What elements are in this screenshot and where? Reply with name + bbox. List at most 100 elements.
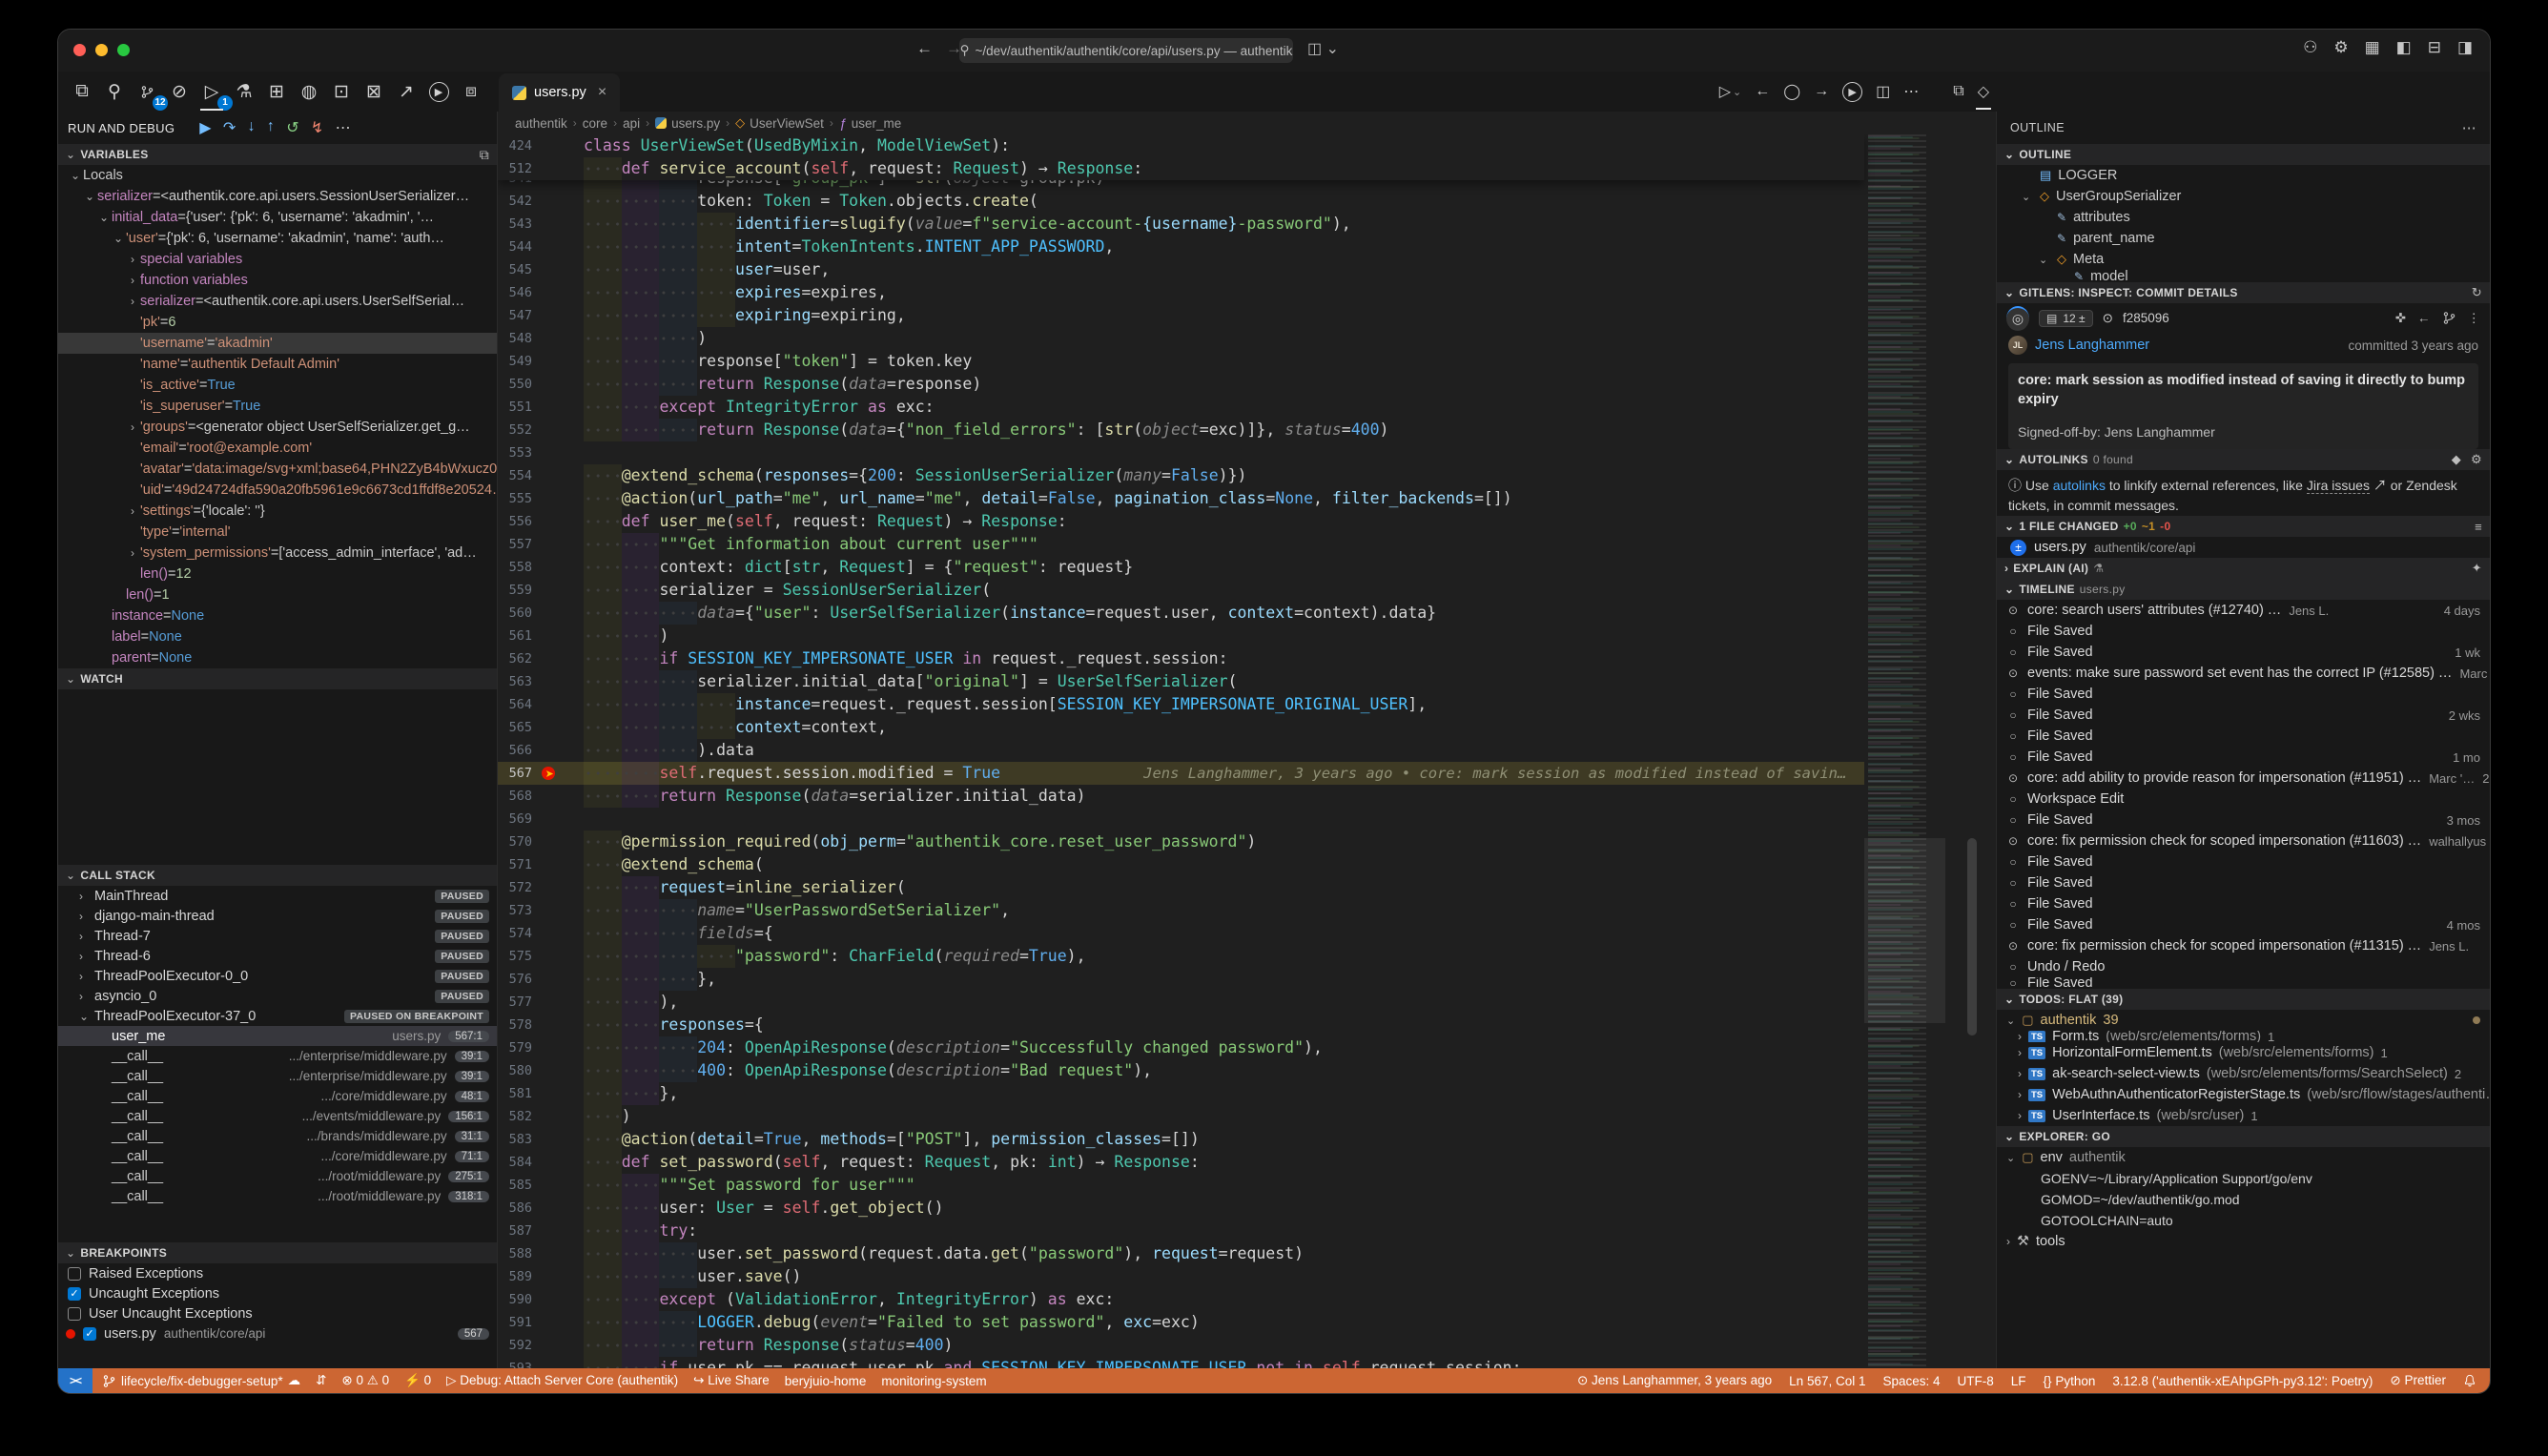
call-stack-frame[interactable]: __call__.../events/middleware.py156:1 [58, 1106, 497, 1126]
autolink-settings-icon[interactable]: ⚙ [2471, 452, 2482, 467]
minimize-window-button[interactable] [95, 44, 108, 56]
variable-row[interactable]: ›serializer = <authentik.core.api.users.… [58, 291, 497, 312]
todo-file-row[interactable]: ›TSak-search-select-view.ts(web/src/elem… [1997, 1063, 2490, 1084]
call-stack-frame[interactable]: __call__.../core/middleware.py71:1 [58, 1146, 497, 1166]
breakpoint-checkbox[interactable] [68, 1307, 81, 1321]
timeline-item[interactable]: ○File Saved [1997, 851, 2490, 872]
code-line-587[interactable]: 587try: [498, 1220, 1864, 1242]
twisty-icon[interactable]: › [125, 546, 140, 560]
twisty-icon[interactable]: ⌄ [68, 169, 83, 182]
todo-file-row[interactable]: ›TSHorizontalFormElement.ts(web/src/elem… [1997, 1042, 2490, 1063]
code-line-570[interactable]: 570@permission_required(obj_perm="authen… [498, 831, 1864, 853]
account-icon[interactable]: ⚇ [2303, 38, 2317, 57]
code-line-567[interactable]: 567➤self.request.session.modified = True… [498, 762, 1864, 785]
split-editor-icon[interactable]: ◫ [1876, 82, 1890, 101]
tab-overview-icon[interactable]: ◫ ⌄ [1307, 39, 1339, 58]
bell-icon[interactable] [2463, 1374, 2476, 1387]
timeline-item[interactable]: ⊙core: add ability to provide reason for… [1997, 768, 2490, 789]
debug-continue-icon[interactable]: ▶ [199, 118, 212, 137]
sparkle-icon[interactable]: ✦ [2472, 561, 2482, 576]
variable-row[interactable]: 'type' = 'internal' [58, 522, 497, 543]
tab-users-py[interactable]: users.py × [499, 73, 620, 112]
autolink-add-icon[interactable]: ◆ [2452, 452, 2461, 467]
timeline-item[interactable]: ○File Saved1 mo [1997, 747, 2490, 768]
statusbar-python-interpreter[interactable]: 3.12.8 ('authentik-xEAhpGPh-py3.12': Poe… [2112, 1374, 2373, 1388]
gitlens-files-badge[interactable]: ▤12 ± [2039, 310, 2093, 327]
breakpoint-row[interactable]: ✓users.pyauthentik/core/api567 [58, 1323, 497, 1343]
timeline-item[interactable]: ○File Saved4 mos [1997, 914, 2490, 935]
twisty-icon[interactable]: ⌄ [111, 232, 126, 245]
testing-icon[interactable]: ⚗ [230, 77, 258, 106]
twisty-icon[interactable]: ⌄ [2006, 1015, 2015, 1027]
statusbar-live-share[interactable]: ↪ Live Share [693, 1373, 770, 1388]
variable-row[interactable]: 'uid' = '49d24724dfa590a20fb5961e9c6673c… [58, 480, 497, 501]
search-icon[interactable]: ⚲ [100, 77, 129, 106]
breakpoint-row[interactable]: Raised Exceptions [58, 1263, 497, 1283]
timeline-item[interactable]: ○File Saved [1997, 893, 2490, 914]
gitlens-header[interactable]: ⌄GITLENS: INSPECT: COMMIT DETAILS ↻ [1997, 282, 2490, 303]
twisty-icon[interactable]: ⌄ [82, 190, 97, 203]
call-stack-thread[interactable]: ›Thread-6PAUSED [58, 946, 497, 966]
previous-change-icon[interactable]: ← [1755, 83, 1770, 100]
twisty-icon[interactable]: › [79, 990, 94, 1003]
explorer-go-header[interactable]: ⌄EXPLORER: GO [1997, 1126, 2490, 1147]
breadcrumb-item[interactable]: ◇UserViewSet [735, 115, 824, 131]
call-stack-thread[interactable]: ›ThreadPoolExecutor-0_0PAUSED [58, 966, 497, 986]
code-line-588[interactable]: 588user.set_password(request.data.get("p… [498, 1242, 1864, 1265]
code-line-582[interactable]: 582) [498, 1105, 1864, 1128]
variable-row[interactable]: ›'groups' = <generator object UserSelfSe… [58, 417, 497, 438]
watch-section-header[interactable]: ⌄WATCH [58, 668, 497, 689]
commit-graph-icon[interactable] [2442, 311, 2456, 326]
variable-row[interactable]: 'username' = 'akadmin' [58, 333, 497, 354]
variable-row[interactable]: ⌄'user' = {'pk': 6, 'username': 'akadmin… [58, 228, 497, 249]
statusbar-language-mode[interactable]: {} Python [2044, 1374, 2096, 1388]
breadcrumb-item[interactable]: users.py [655, 116, 720, 131]
toggle-secondary-sidebar-icon[interactable]: ◨ [2457, 38, 2473, 57]
todo-file-row[interactable]: ›TSForm.ts(web/src/elements/forms)1 [1997, 1031, 2490, 1042]
call-stack-frame[interactable]: __call__.../enterprise/middleware.py39:1 [58, 1066, 497, 1086]
debug-restart-icon[interactable]: ↺ [286, 118, 299, 137]
variable-row[interactable]: ›'system_permissions' = ['access_admin_i… [58, 543, 497, 564]
outline-item[interactable]: ✎model [1997, 270, 2490, 282]
twisty-icon[interactable]: ⌄ [2022, 191, 2033, 203]
twisty-icon[interactable]: › [79, 930, 94, 943]
statusbar-eol[interactable]: LF [2011, 1374, 2026, 1388]
breakpoint-checkbox[interactable]: ✓ [68, 1287, 81, 1301]
code-line-593[interactable]: 593if user.pk == request.user.pk and SES… [498, 1357, 1864, 1368]
statusbar-beryjuio-home[interactable]: beryjuio-home [785, 1374, 867, 1388]
github-icon[interactable]: ◍ [295, 77, 323, 106]
code-line-566[interactable]: 566).data [498, 739, 1864, 762]
next-change-icon[interactable]: → [1814, 83, 1829, 100]
remote-explorer-icon[interactable]: ⊘ [165, 77, 194, 106]
breadcrumb-item[interactable]: authentik [515, 116, 567, 131]
code-line-573[interactable]: 573name="UserPasswordSetSerializer", [498, 899, 1864, 922]
timeline-item[interactable]: ⊙core: fix permission check for scoped i… [1997, 935, 2490, 956]
toggle-primary-sidebar-icon[interactable]: ◧ [2396, 38, 2412, 57]
twisty-icon[interactable]: › [125, 420, 140, 434]
call-stack-frame[interactable]: user_meusers.py567:1 [58, 1026, 497, 1046]
twisty-icon[interactable]: › [2018, 1109, 2022, 1122]
twisty-icon[interactable]: › [79, 970, 94, 983]
timeline-item[interactable]: ⊙events: make sure password set event ha… [1997, 663, 2490, 684]
autolinks-link[interactable]: autolinks [2053, 478, 2106, 493]
twisty-icon[interactable]: › [2018, 1031, 2022, 1042]
variable-row[interactable]: len() = 1 [58, 584, 497, 605]
timeline-header[interactable]: ⌄TIMELINE users.py [1997, 579, 2490, 600]
statusbar-prettier[interactable]: ⊘ Prettier [2390, 1373, 2446, 1388]
code-line-542[interactable]: 542token: Token = Token.objects.create( [498, 190, 1864, 213]
outline-item[interactable]: ⌄◇UserGroupSerializer [1997, 186, 2490, 207]
refresh-icon[interactable]: ↻ [2472, 285, 2482, 300]
editor-scrollbar[interactable] [1967, 838, 1977, 1036]
statusbar-cursor-position[interactable]: Ln 567, Col 1 [1789, 1374, 1865, 1388]
history-back-icon[interactable]: ← [916, 39, 933, 58]
command-center-search[interactable]: ⚲ ~/dev/authentik/authentik/core/api/use… [959, 38, 1293, 63]
run-python-file-icon[interactable]: ▷⌄ [1719, 82, 1742, 101]
code-line-580[interactable]: 580400: OpenApiResponse(description="Bad… [498, 1059, 1864, 1082]
code-line-545[interactable]: 545user=user, [498, 258, 1864, 281]
statusbar-encoding[interactable]: UTF-8 [1958, 1374, 1994, 1388]
todos-header[interactable]: ⌄TODOS: FLAT (39) [1997, 989, 2490, 1010]
source-control-icon[interactable]: 12 [133, 77, 161, 106]
statusbar-indentation[interactable]: Spaces: 4 [1882, 1374, 1940, 1388]
twisty-icon[interactable]: ⌄ [96, 211, 112, 224]
code-line-544[interactable]: 544intent=TokenIntents.INTENT_APP_PASSWO… [498, 236, 1864, 258]
